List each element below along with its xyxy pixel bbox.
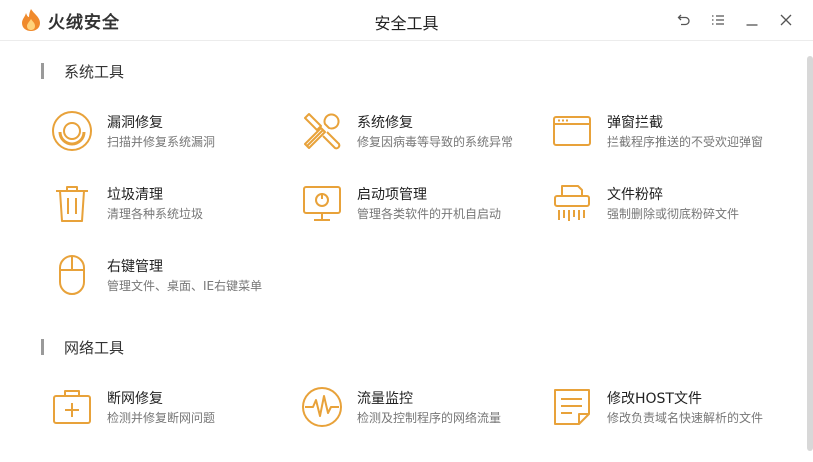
- tool-description: 管理文件、桌面、IE右键菜单: [107, 279, 263, 293]
- tool-host-file-editor[interactable]: 修改HOST文件 修改负责域名快速解析的文件: [551, 386, 791, 430]
- tool-file-shredder[interactable]: 文件粉碎 强制删除或彻底粉碎文件: [551, 182, 791, 226]
- tool-description: 清理各种系统垃圾: [107, 207, 204, 221]
- close-button[interactable]: [769, 8, 803, 32]
- startup-monitor-icon: [303, 186, 341, 221]
- section-title: 系统工具: [64, 62, 125, 81]
- tool-description: 检测并修复断网问题: [107, 411, 216, 425]
- tool-name: 垃圾清理: [107, 187, 163, 203]
- popup-block-icon: [553, 116, 591, 146]
- tool-traffic-monitor[interactable]: 流量监控 检测及控制程序的网络流量: [301, 386, 541, 430]
- section-marker: [41, 63, 44, 79]
- tool-startup-manager[interactable]: 启动项管理 管理各类软件的开机自启动: [301, 182, 541, 226]
- shredder-icon: [554, 185, 590, 221]
- vertical-scrollbar[interactable]: [807, 56, 813, 451]
- section-header-network-tools: 网络工具: [41, 337, 124, 357]
- tool-popup-block[interactable]: 弹窗拦截 拦截程序推送的不受欢迎弹窗: [551, 110, 791, 154]
- tool-name: 启动项管理: [357, 187, 427, 203]
- tool-description: 强制删除或彻底粉碎文件: [607, 207, 740, 221]
- tool-description: 修复因病毒等导致的系统异常: [357, 135, 514, 149]
- app-window: 火绒安全 安全工具 系统工具 漏洞修复 扫描并修复系统漏洞 系统修复 修复因病毒…: [0, 0, 813, 462]
- tool-name: 弹窗拦截: [607, 115, 663, 131]
- system-repair-icon: [304, 113, 341, 150]
- tool-name: 流量监控: [357, 391, 413, 407]
- tool-name: 修改HOST文件: [607, 391, 702, 407]
- traffic-monitor-icon: [302, 387, 342, 427]
- section-header-system-tools: 系统工具: [41, 61, 124, 81]
- back-button[interactable]: [667, 8, 701, 32]
- window-controls: [667, 8, 803, 32]
- back-arrow-icon: [677, 14, 690, 26]
- tool-description: 检测及控制程序的网络流量: [357, 411, 502, 425]
- section-marker: [41, 339, 44, 355]
- menu-list-icon: [712, 15, 724, 25]
- first-aid-icon: [53, 390, 91, 424]
- tool-network-repair[interactable]: 断网修复 检测并修复断网问题: [51, 386, 291, 430]
- title-bar: 火绒安全 安全工具: [0, 0, 813, 41]
- tool-name: 断网修复: [107, 391, 163, 407]
- tool-description: 管理各类软件的开机自启动: [357, 207, 502, 221]
- tool-system-repair[interactable]: 系统修复 修复因病毒等导致的系统异常: [301, 110, 541, 154]
- tool-name: 右键管理: [107, 259, 163, 275]
- tool-description: 修改负责域名快速解析的文件: [607, 411, 764, 425]
- minimize-button[interactable]: [735, 8, 769, 32]
- trash-icon: [56, 186, 88, 222]
- tool-junk-clean[interactable]: 垃圾清理 清理各种系统垃圾: [51, 182, 291, 226]
- tool-name: 漏洞修复: [107, 115, 163, 131]
- host-file-icon: [554, 389, 590, 425]
- tool-description: 拦截程序推送的不受欢迎弹窗: [607, 135, 764, 149]
- tool-description: 扫描并修复系统漏洞: [107, 135, 216, 149]
- minimize-icon: [746, 24, 758, 26]
- mouse-icon: [59, 255, 85, 295]
- tool-context-menu-manager[interactable]: 右键管理 管理文件、桌面、IE右键菜单: [51, 254, 291, 298]
- vulnerability-fix-icon: [52, 111, 92, 151]
- tool-vulnerability-fix[interactable]: 漏洞修复 扫描并修复系统漏洞: [51, 110, 291, 154]
- tool-name: 文件粉碎: [607, 187, 663, 203]
- menu-button[interactable]: [701, 8, 735, 32]
- section-title: 网络工具: [64, 338, 125, 357]
- close-icon: [780, 14, 792, 26]
- tool-name: 系统修复: [357, 115, 413, 131]
